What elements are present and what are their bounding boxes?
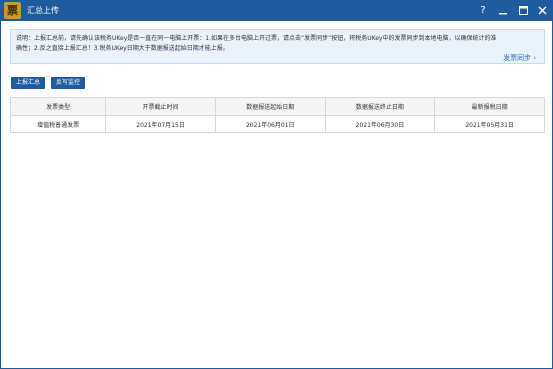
close-icon	[538, 6, 546, 15]
app-logo: 票	[4, 2, 21, 19]
column-header-report-start-date: 数据报送起始日期	[214, 97, 326, 116]
report-summary-button[interactable]: 上报汇总	[11, 77, 45, 89]
minimize-icon	[499, 13, 507, 15]
table-header-row: 发票类型 开票截止时间 数据报送起始日期 数据报送终止日期 最新报税日期	[9, 97, 545, 116]
column-header-issue-deadline: 开票截止时间	[105, 97, 216, 116]
notice-line-2: 确性；2.反之直接上报汇总！3.税务UKey日期大于数据报送起始日期才能上报。	[16, 45, 229, 52]
invoice-sync-link[interactable]: 发票同步 ›	[503, 53, 536, 63]
cell-report-end-date: 2021年06月30日	[324, 115, 436, 133]
feedback-monitor-button[interactable]: 反写监控	[51, 77, 85, 89]
help-button[interactable]: ?	[476, 3, 490, 18]
close-button[interactable]	[535, 3, 549, 18]
column-header-invoice-type: 发票类型	[9, 97, 107, 116]
cell-report-start-date: 2021年06月01日	[214, 115, 326, 133]
window-title: 汇总上传	[27, 6, 59, 15]
minimize-button[interactable]	[496, 3, 510, 18]
notice-panel: 说明：上报汇总前，请先确认该税务UKey是否一直在同一电脑上开票：1.如果在多台…	[10, 29, 545, 64]
maximize-button[interactable]	[516, 3, 530, 18]
summary-table: 发票类型 开票截止时间 数据报送起始日期 数据报送终止日期 最新报税日期 增值税…	[9, 97, 545, 133]
column-header-latest-tax-date: 最新报税日期	[434, 97, 545, 116]
invoice-sync-label: 发票同步	[503, 54, 532, 62]
notice-line-1: 说明：上报汇总前，请先确认该税务UKey是否一直在同一电脑上开票：1.如果在多台…	[16, 35, 497, 42]
table-row[interactable]: 增值税普通发票 2021年07月15日 2021年06月01日 2021年06月…	[9, 115, 545, 133]
chevron-right-icon: ›	[533, 54, 536, 62]
column-header-report-end-date: 数据报送终止日期	[324, 97, 436, 116]
summary-upload-window: 票 汇总上传 ? 说明：上报汇总前，请先确认该税务UKey是否一直在同一电脑上开…	[0, 0, 553, 369]
notice-text: 说明：上报汇总前，请先确认该税务UKey是否一直在同一电脑上开票：1.如果在多台…	[16, 34, 536, 54]
cell-invoice-type: 增值税普通发票	[9, 115, 107, 133]
maximize-icon	[518, 6, 528, 15]
cell-latest-tax-date: 2021年05月31日	[434, 115, 545, 133]
cell-issue-deadline: 2021年07月15日	[105, 115, 216, 133]
title-bar: 票 汇总上传 ?	[1, 1, 552, 21]
help-icon: ?	[480, 5, 486, 16]
